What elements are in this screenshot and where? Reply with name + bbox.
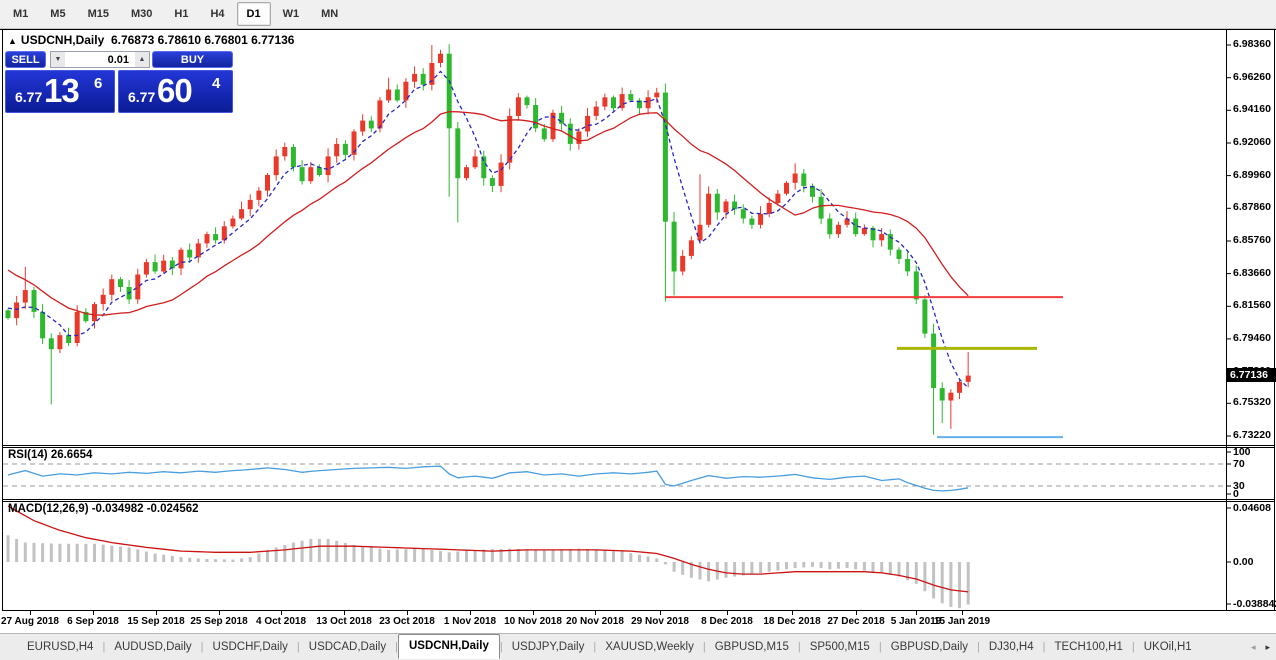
ma-slow-line bbox=[8, 112, 968, 316]
price-axis-label: 6.96260 bbox=[1233, 71, 1271, 83]
date-label: 15 Jan 2019 bbox=[934, 616, 990, 627]
one-click-trade-panel: SELL ▼ ▲ BUY 6.77 13 6 6.77 60 4 bbox=[5, 51, 233, 113]
symbol-header: ▲ USDCNH,Daily 6.76873 6.78610 6.76801 6.… bbox=[8, 33, 294, 47]
current-price-tag: 6.77136 bbox=[1226, 368, 1276, 382]
date-label: 1 Nov 2018 bbox=[444, 616, 496, 627]
price-axis-label: 6.92060 bbox=[1233, 136, 1271, 148]
sell-quote-button[interactable]: 6.77 13 6 bbox=[5, 70, 115, 113]
rsi-line bbox=[8, 466, 968, 491]
chart-tab-usdchf-daily[interactable]: USDCHF,Daily bbox=[204, 637, 297, 657]
chart-tab-usdcad-daily[interactable]: USDCAD,Daily bbox=[300, 637, 395, 657]
price-axis-label: 6.79460 bbox=[1233, 332, 1271, 344]
price-axis-label: 6.94160 bbox=[1233, 103, 1271, 115]
volume-increase-button[interactable]: ▲ bbox=[135, 52, 149, 67]
tab-scroll-left-icon[interactable]: ◂ bbox=[1251, 642, 1256, 653]
buy-price-sup: 4 bbox=[212, 75, 220, 92]
sell-price-sup: 6 bbox=[94, 75, 102, 92]
volume-input[interactable] bbox=[65, 52, 135, 67]
ma-fast-line bbox=[8, 71, 968, 387]
price-axis-label: 6.83660 bbox=[1233, 267, 1271, 279]
macd-signal-line bbox=[8, 506, 968, 592]
chart-tab-sp500-m15[interactable]: SP500,M15 bbox=[801, 637, 879, 657]
date-label: 6 Sep 2018 bbox=[67, 616, 119, 627]
buy-price-prefix: 6.77 bbox=[128, 89, 155, 105]
macd-axis-label: 0.04608 bbox=[1233, 502, 1271, 514]
buy-quote-button[interactable]: 6.77 60 4 bbox=[118, 70, 233, 113]
date-label: 25 Sep 2018 bbox=[190, 616, 247, 627]
symbol-title: USDCNH,Daily bbox=[21, 33, 104, 47]
chart-tab-tech100-h1[interactable]: TECH100,H1 bbox=[1045, 637, 1131, 657]
date-label: 4 Oct 2018 bbox=[256, 616, 306, 627]
macd-label: MACD(12,26,9) -0.034982 -0.024562 bbox=[8, 503, 199, 515]
trading-terminal-window: M1M5M15M30H1H4D1W1MN ▲USDCNH,Daily 6.768… bbox=[0, 0, 1276, 660]
chart-tab-ukoil-h1[interactable]: UKOil,H1 bbox=[1135, 637, 1201, 657]
chart-tab-eurusd-h4[interactable]: EURUSD,H4 bbox=[18, 637, 102, 657]
rsi-panel bbox=[3, 464, 1226, 491]
buy-button[interactable]: BUY bbox=[152, 51, 233, 68]
rsi-axis-label: 100 bbox=[1233, 446, 1251, 458]
sell-button[interactable]: SELL bbox=[5, 51, 46, 68]
date-label: 10 Nov 2018 bbox=[504, 616, 562, 627]
volume-decrease-button[interactable]: ▼ bbox=[51, 52, 65, 67]
tab-scroll-right-icon[interactable]: ▸ bbox=[1265, 642, 1270, 653]
price-axis-label: 6.81560 bbox=[1233, 299, 1271, 311]
date-label: 23 Oct 2018 bbox=[379, 616, 435, 627]
panel-frames bbox=[0, 30, 1276, 616]
rsi-axis-label: 0 bbox=[1233, 488, 1239, 500]
chart-tab-usdcnh-daily[interactable]: USDCNH,Daily bbox=[398, 634, 500, 659]
date-label: 29 Nov 2018 bbox=[631, 616, 689, 627]
sell-price-prefix: 6.77 bbox=[15, 89, 42, 105]
ohlc-values: 6.76873 6.78610 6.76801 6.77136 bbox=[111, 33, 295, 47]
collapse-panel-icon[interactable]: ▲ bbox=[8, 36, 17, 46]
volume-stepper: ▼ ▲ bbox=[50, 51, 150, 68]
date-label: 18 Dec 2018 bbox=[763, 616, 820, 627]
date-label: 27 Dec 2018 bbox=[827, 616, 884, 627]
price-axis-label: 6.98360 bbox=[1233, 38, 1271, 50]
macd-axis-label: 0.00 bbox=[1233, 556, 1253, 568]
macd-panel bbox=[7, 506, 970, 608]
buy-price-big: 60 bbox=[157, 72, 192, 110]
chart-tab-xauusd-weekly[interactable]: XAUUSD,Weekly bbox=[596, 637, 703, 657]
rsi-label: RSI(14) 26.6654 bbox=[8, 449, 92, 461]
macd-axis-label: -0.038842 bbox=[1233, 598, 1276, 610]
date-label: 13 Oct 2018 bbox=[316, 616, 372, 627]
chart-tab-gbpusd-daily[interactable]: GBPUSD,Daily bbox=[882, 637, 977, 657]
date-label: 8 Dec 2018 bbox=[701, 616, 753, 627]
chart-tab-bar: EURUSD,H4|AUDUSD,Daily|USDCHF,Daily|USDC… bbox=[0, 633, 1276, 660]
price-axis-label: 6.75320 bbox=[1233, 396, 1271, 408]
date-label: 15 Sep 2018 bbox=[127, 616, 184, 627]
sell-price-big: 13 bbox=[44, 72, 79, 110]
price-axis-label: 6.73220 bbox=[1233, 429, 1271, 441]
chart-tab-gbpusd-m15[interactable]: GBPUSD,M15 bbox=[706, 637, 798, 657]
chart-tab-usdjpy-daily[interactable]: USDJPY,Daily bbox=[503, 637, 594, 657]
price-axis-label: 6.87860 bbox=[1233, 201, 1271, 213]
chart-tab-dj30-h4[interactable]: DJ30,H4 bbox=[980, 637, 1043, 657]
price-axis-label: 6.89960 bbox=[1233, 169, 1271, 181]
date-label: 20 Nov 2018 bbox=[566, 616, 624, 627]
chart-tab-audusd-daily[interactable]: AUDUSD,Daily bbox=[105, 637, 200, 657]
price-axis-label: 6.85760 bbox=[1233, 234, 1271, 246]
rsi-axis-label: 70 bbox=[1233, 458, 1245, 470]
date-label: 27 Aug 2018 bbox=[1, 616, 59, 627]
